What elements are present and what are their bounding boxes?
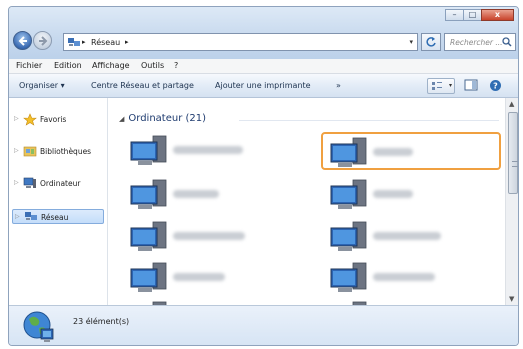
close-icon: x (494, 10, 501, 19)
preview-pane-icon[interactable] (464, 79, 478, 91)
minimize-icon: – (452, 10, 457, 19)
computer-icon (130, 135, 167, 165)
network-computer-item-highlighted[interactable] (321, 132, 501, 170)
libraries-icon (23, 146, 37, 157)
refresh-icon (426, 37, 436, 47)
svg-text:?: ? (493, 82, 498, 91)
forward-button[interactable] (33, 31, 52, 50)
expand-arrow-icon[interactable]: ▷ (14, 147, 19, 154)
computer-name-blurred (373, 148, 413, 156)
expand-arrow-icon[interactable]: ▷ (14, 179, 19, 186)
computer-name-blurred (373, 273, 435, 281)
grip-icon (512, 161, 518, 167)
nav-item-label: Ordinateur (40, 179, 81, 188)
computer-icon (330, 137, 367, 167)
network-computer-item[interactable] (123, 218, 303, 256)
item-count: 23 élément(s) (73, 317, 130, 326)
menu-bar: Fichier Edition Affichage Outils ? (9, 59, 518, 74)
search-input[interactable]: Rechercher ... (444, 33, 516, 51)
computer-name-blurred (373, 232, 441, 240)
network-icon (68, 38, 80, 46)
search-icon (502, 37, 512, 47)
view-icon (432, 82, 442, 90)
network-computer-item[interactable] (123, 176, 303, 214)
breadcrumb-separator[interactable]: ▸ (125, 38, 129, 46)
computer-icon (330, 221, 367, 251)
command-bar: Organiser ▾ Centre Réseau et partage Ajo… (9, 74, 518, 98)
more-commands-button[interactable]: » (336, 81, 341, 90)
nav-item-network[interactable]: ▷ Réseau (12, 209, 104, 224)
title-bar: – □ x ▸ Réseau ▸ ▾ Rechercher ... (9, 7, 518, 59)
view-dropdown-icon: ▾ (448, 82, 452, 89)
group-divider (239, 120, 499, 121)
network-computer-item[interactable] (323, 298, 503, 305)
menu-help[interactable]: ? (174, 61, 178, 70)
computer-name-blurred (173, 273, 225, 281)
computer-icon (23, 177, 36, 188)
network-computer-item[interactable] (123, 259, 303, 297)
computer-icon (130, 221, 167, 251)
nav-item-label: Réseau (41, 213, 69, 222)
expand-arrow-icon[interactable]: ▷ (15, 213, 20, 220)
maximize-icon: □ (468, 10, 477, 19)
group-label: Ordinateur (21) (128, 113, 207, 124)
minimize-button[interactable]: – (445, 9, 464, 21)
breadcrumb-network[interactable]: Réseau (91, 38, 120, 47)
nav-item-label: Bibliothèques (40, 147, 92, 156)
menu-file[interactable]: Fichier (16, 61, 42, 70)
nav-item-computer[interactable]: ▷ Ordinateur (12, 176, 104, 191)
expand-arrow-icon[interactable]: ▷ (14, 115, 19, 122)
computer-icon (130, 262, 167, 292)
search-placeholder: Rechercher ... (450, 38, 503, 47)
menu-view[interactable]: Affichage (92, 61, 130, 70)
star-icon (23, 113, 37, 126)
scroll-up-icon[interactable]: ▲ (509, 100, 514, 108)
network-computer-item[interactable] (123, 298, 303, 305)
maximize-button[interactable]: □ (463, 9, 482, 21)
breadcrumb-separator[interactable]: ▸ (82, 38, 86, 46)
computer-icon (330, 179, 367, 209)
file-list: ◢ Ordinateur (21) (109, 98, 505, 305)
computer-name-blurred (173, 232, 245, 240)
network-computer-item[interactable] (323, 259, 503, 297)
back-button[interactable] (13, 31, 32, 50)
computer-name-blurred (373, 190, 413, 198)
navigation-pane: ▷ Favoris ▷ Bibliothèques ▷ Ordinateur ▷ (9, 98, 108, 305)
collapse-arrow-icon: ◢ (119, 115, 125, 123)
network-globe-icon (23, 311, 54, 342)
network-icon (25, 212, 37, 220)
explorer-window: – □ x ▸ Réseau ▸ ▾ Rechercher ... Fichie… (8, 6, 519, 346)
scrollbar-thumb[interactable] (508, 112, 518, 194)
network-computer-item[interactable] (323, 176, 503, 214)
network-center-button[interactable]: Centre Réseau et partage (91, 81, 194, 90)
help-icon[interactable]: ? (489, 79, 502, 92)
arrow-left-icon (18, 36, 27, 46)
computer-name-blurred (173, 190, 219, 198)
computer-name-blurred (173, 146, 243, 154)
computer-icon (130, 179, 167, 209)
scroll-down-icon[interactable]: ▼ (509, 295, 514, 303)
add-printer-button[interactable]: Ajouter une imprimante (215, 81, 311, 90)
change-view-button[interactable]: ▾ (427, 78, 455, 94)
address-bar[interactable]: ▸ Réseau ▸ ▾ (63, 33, 418, 51)
close-button[interactable]: x (481, 9, 514, 21)
vertical-scrollbar[interactable]: ▲ ▼ (505, 98, 518, 305)
nav-item-libraries[interactable]: ▷ Bibliothèques (12, 144, 104, 159)
network-computer-item[interactable] (323, 218, 503, 256)
refresh-button[interactable] (421, 33, 441, 51)
arrow-right-icon (39, 36, 48, 46)
group-header[interactable]: ◢ Ordinateur (21) (119, 113, 206, 124)
window-controls: – □ x (445, 9, 514, 21)
network-computer-item[interactable] (123, 132, 303, 170)
nav-item-label: Favoris (40, 115, 67, 124)
address-dropdown[interactable]: ▾ (409, 38, 413, 46)
organize-button[interactable]: Organiser ▾ (19, 81, 65, 90)
menu-tools[interactable]: Outils (141, 61, 164, 70)
details-pane: 23 élément(s) (9, 305, 518, 345)
menu-edit[interactable]: Edition (54, 61, 82, 70)
nav-item-favorites[interactable]: ▷ Favoris (12, 112, 104, 127)
computer-icon (330, 262, 367, 292)
